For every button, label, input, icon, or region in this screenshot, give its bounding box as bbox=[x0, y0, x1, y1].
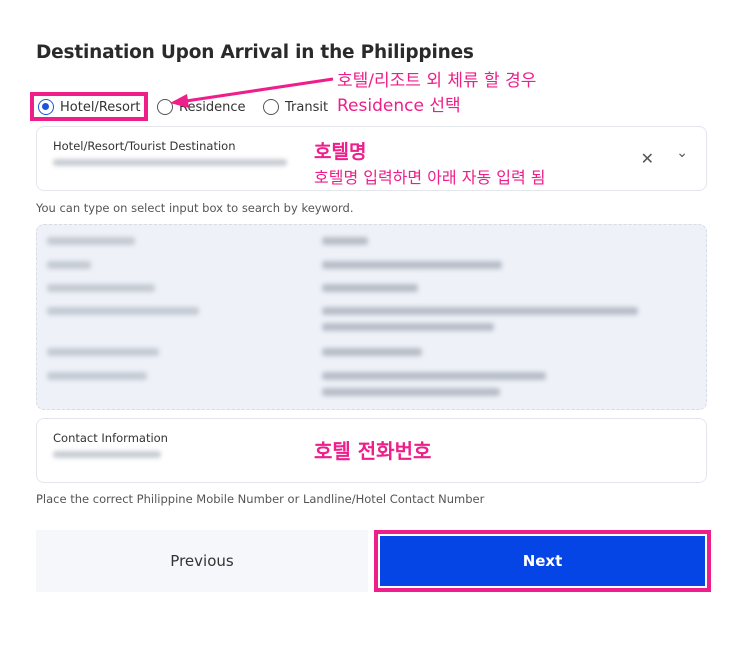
chevron-down-icon[interactable]: ⌄ bbox=[676, 145, 688, 161]
annotation-residence-line2: Residence 선택 bbox=[337, 96, 461, 116]
previous-button-label: Previous bbox=[170, 552, 234, 570]
hotel-field-hint: You can type on select input box to sear… bbox=[36, 201, 354, 215]
annotation-hotel-name-title: 호텔명 bbox=[314, 141, 367, 163]
previous-button[interactable]: Previous bbox=[36, 530, 368, 592]
hotel-destination-value-redacted bbox=[53, 159, 287, 166]
annotation-hotel-phone: 호텔 전화번호 bbox=[314, 439, 432, 463]
next-button-label: Next bbox=[522, 552, 563, 570]
hotel-destination-label: Hotel/Resort/Tourist Destination bbox=[53, 139, 236, 153]
contact-information-label: Contact Information bbox=[53, 431, 168, 445]
annotation-hotel-name-desc: 호텔명 입력하면 아래 자동 입력 됨 bbox=[314, 168, 546, 187]
clear-icon[interactable]: ✕ bbox=[641, 149, 654, 168]
contact-information-value-redacted bbox=[53, 451, 161, 458]
next-button-inner[interactable]: Next bbox=[380, 536, 705, 586]
annotation-residence-line1: 호텔/리조트 외 체류 할 경우 bbox=[337, 71, 537, 91]
hotel-details-panel bbox=[36, 224, 707, 410]
contact-field-hint: Place the correct Philippine Mobile Numb… bbox=[36, 492, 485, 506]
next-button[interactable]: Next bbox=[374, 530, 711, 592]
